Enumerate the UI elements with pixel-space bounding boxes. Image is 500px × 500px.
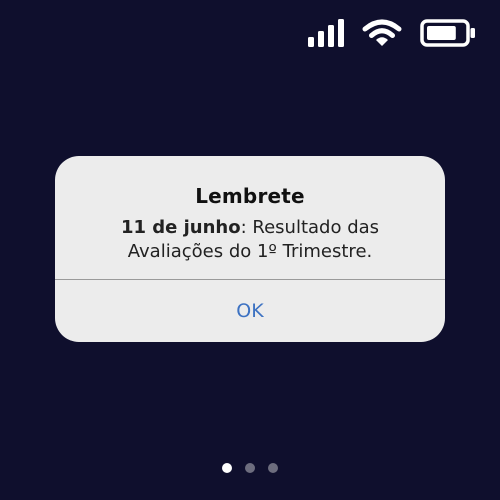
reminder-alert: Lembrete 11 de junho: Resultado das Aval…	[55, 156, 445, 342]
signal-bars-icon	[308, 19, 344, 47]
page-indicator	[0, 463, 500, 473]
ok-button[interactable]: OK	[55, 280, 445, 342]
alert-message: 11 de junho: Resultado das Avaliações do…	[85, 216, 415, 264]
page-dot[interactable]	[245, 463, 255, 473]
page-dot[interactable]	[222, 463, 232, 473]
wifi-icon	[362, 18, 402, 48]
battery-icon	[420, 19, 476, 47]
alert-title: Lembrete	[195, 184, 305, 208]
page-dot[interactable]	[268, 463, 278, 473]
status-bar	[308, 16, 476, 50]
alert-message-date: 11 de junho	[120, 217, 241, 238]
